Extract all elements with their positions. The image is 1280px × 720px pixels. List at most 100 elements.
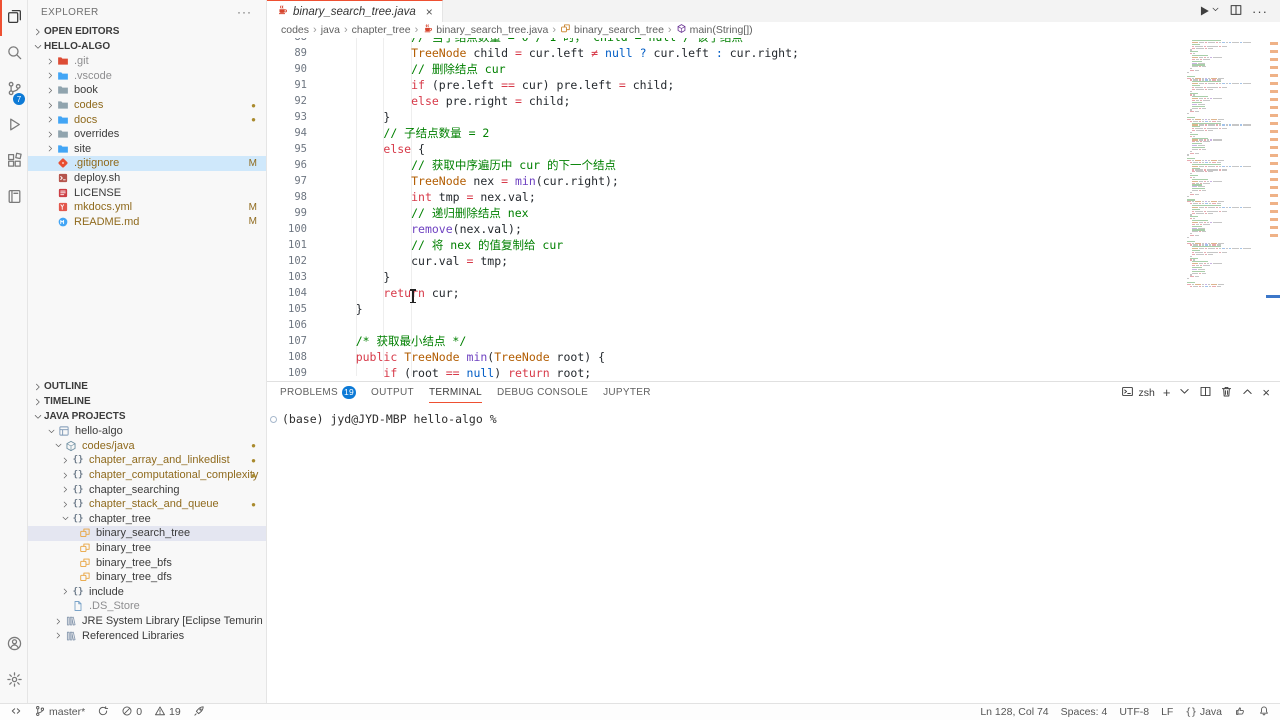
chevron-right-icon[interactable] xyxy=(52,631,64,640)
minimap[interactable] xyxy=(1184,40,1267,296)
explorer-item-LICENSE[interactable]: LICENSE xyxy=(28,185,266,200)
section-java-projects[interactable]: JAVA PROJECTS xyxy=(28,409,266,424)
activity-item-extensions[interactable] xyxy=(0,144,27,180)
status-notifications[interactable] xyxy=(1258,705,1270,720)
java-item-hello-algo[interactable]: hello-algo xyxy=(28,424,266,439)
status-launch[interactable] xyxy=(193,705,205,720)
panel-tab-jupyter[interactable]: JUPYTER xyxy=(603,382,651,403)
terminal-dropdown-button[interactable] xyxy=(1178,385,1191,401)
status-remote[interactable] xyxy=(10,705,22,720)
status-errors[interactable]: 0 xyxy=(121,705,142,720)
status-eol[interactable]: LF xyxy=(1161,706,1173,718)
activity-item-settings[interactable] xyxy=(0,663,27,699)
panel-tab-output[interactable]: OUTPUT xyxy=(371,382,414,403)
more-actions-icon[interactable]: ··· xyxy=(237,5,252,19)
panel-tab-terminal[interactable]: TERMINAL xyxy=(429,382,482,403)
split-editor-button[interactable] xyxy=(1229,3,1243,20)
chevron-right-icon[interactable] xyxy=(44,57,56,66)
section-open-editors[interactable]: OPEN EDITORS xyxy=(28,24,266,39)
chevron-right-icon[interactable] xyxy=(59,500,71,509)
close-panel-button[interactable]: × xyxy=(1262,385,1270,400)
section-hello-algo[interactable]: HELLO-ALGO xyxy=(28,39,266,54)
explorer-item-overrides[interactable]: overrides xyxy=(28,127,266,142)
explorer-item-site[interactable]: site xyxy=(28,142,266,157)
close-icon[interactable]: × xyxy=(426,5,433,19)
java-item-JRE System Library [Eclipse Temurin 17 [17...[interactable]: JRE System Library [Eclipse Temurin 17 [… xyxy=(28,614,266,629)
java-item-Referenced Libraries[interactable]: Referenced Libraries xyxy=(28,628,266,643)
split-terminal-button[interactable] xyxy=(1199,385,1212,401)
java-item-.DS_Store[interactable]: .DS_Store xyxy=(28,599,266,614)
maximize-panel-button[interactable] xyxy=(1241,385,1254,401)
status-indentation[interactable]: Spaces: 4 xyxy=(1061,706,1108,718)
explorer-item-codes[interactable]: codes● xyxy=(28,98,266,113)
run-button[interactable] xyxy=(1197,4,1220,18)
explorer-item-book[interactable]: book xyxy=(28,83,266,98)
breadcrumb-item-3[interactable]: chapter_tree xyxy=(352,24,411,36)
chevron-right-icon[interactable] xyxy=(44,130,56,139)
chevron-down-icon[interactable] xyxy=(52,441,64,450)
chevron-down-icon[interactable] xyxy=(45,427,57,436)
chevron-right-icon[interactable] xyxy=(59,587,71,596)
activity-item-source-control[interactable]: 7 xyxy=(0,72,27,108)
status-sync[interactable] xyxy=(97,705,109,720)
code-editor[interactable]: 88 // 当子结点数量 = 0 / 1 时， child = null / 该… xyxy=(267,38,1280,381)
chevron-right-icon[interactable] xyxy=(44,144,56,153)
chevron-down-icon[interactable] xyxy=(1211,5,1220,17)
panel-tab-problems[interactable]: PROBLEMS19 xyxy=(280,382,356,403)
panel-tab-debug-console[interactable]: DEBUG CONSOLE xyxy=(497,382,588,403)
java-item-chapter_computational_complexity[interactable]: {}chapter_computational_complexity● xyxy=(28,468,266,483)
status-encoding[interactable]: UTF-8 xyxy=(1119,706,1149,718)
terminal-shell-select[interactable]: zsh xyxy=(1121,385,1154,401)
chevron-right-icon[interactable] xyxy=(44,115,56,124)
chevron-right-icon[interactable] xyxy=(59,485,71,494)
overview-ruler[interactable] xyxy=(1268,38,1280,381)
chevron-right-icon[interactable] xyxy=(44,101,56,110)
breadcrumb-item-2[interactable]: java xyxy=(321,24,340,36)
chevron-right-icon[interactable] xyxy=(44,71,56,80)
java-item-include[interactable]: {}include xyxy=(28,585,266,600)
activity-item-run-debug[interactable] xyxy=(0,108,27,144)
java-item-chapter_array_and_linkedlist[interactable]: {}chapter_array_and_linkedlist● xyxy=(28,453,266,468)
status-warnings[interactable]: 19 xyxy=(154,705,181,720)
java-item-binary_search_tree[interactable]: binary_search_tree xyxy=(28,526,266,541)
command-decoration-icon[interactable] xyxy=(270,416,277,423)
activity-item-explorer[interactable] xyxy=(0,0,27,36)
java-item-chapter_searching[interactable]: {}chapter_searching xyxy=(28,482,266,497)
java-item-binary_tree[interactable]: binary_tree xyxy=(28,541,266,556)
chevron-down-icon[interactable] xyxy=(59,514,71,523)
explorer-item-.gitignore[interactable]: .gitignoreM xyxy=(28,156,266,171)
java-item-codes/java[interactable]: codes/java● xyxy=(28,439,266,454)
breadcrumb-item-1[interactable]: codes xyxy=(281,24,309,36)
explorer-item-.git[interactable]: .git xyxy=(28,54,266,69)
breadcrumb-item-4[interactable]: binary_search_tree.java xyxy=(422,23,548,37)
status-branch[interactable]: master* xyxy=(34,705,85,720)
terminal-view[interactable]: (base) jyd@JYD-MBP hello-algo % xyxy=(267,403,1280,703)
section-outline[interactable]: OUTLINE xyxy=(28,379,266,394)
chevron-right-icon[interactable] xyxy=(59,456,71,465)
breadcrumb-item-6[interactable]: main(String[]) xyxy=(676,23,753,37)
activity-item-notebook[interactable] xyxy=(0,180,27,216)
chevron-right-icon[interactable] xyxy=(52,617,64,626)
java-item-chapter_stack_and_queue[interactable]: {}chapter_stack_and_queue● xyxy=(28,497,266,512)
explorer-item-README.md[interactable]: README.mdM xyxy=(28,215,266,230)
explorer-item-mkdocs.yml[interactable]: mkdocs.ymlM xyxy=(28,200,266,215)
status-cursor-position[interactable]: Ln 128, Col 74 xyxy=(980,706,1048,718)
section-timeline[interactable]: TIMELINE xyxy=(28,394,266,409)
chevron-right-icon[interactable] xyxy=(44,86,56,95)
explorer-item-docs[interactable]: docs● xyxy=(28,112,266,127)
status-language-mode[interactable]: {}Java xyxy=(1185,706,1222,718)
kill-terminal-button[interactable] xyxy=(1220,385,1233,401)
explorer-item-.vscode[interactable]: .vscode xyxy=(28,69,266,84)
new-terminal-button[interactable]: + xyxy=(1163,385,1171,400)
java-item-binary_tree_dfs[interactable]: binary_tree_dfs xyxy=(28,570,266,585)
chevron-right-icon[interactable] xyxy=(59,471,71,480)
status-java-status[interactable] xyxy=(1234,705,1246,720)
more-actions-button[interactable]: ··· xyxy=(1252,4,1268,19)
activity-item-account[interactable] xyxy=(0,627,27,663)
activity-item-search[interactable] xyxy=(0,36,27,72)
java-item-binary_tree_bfs[interactable]: binary_tree_bfs xyxy=(28,555,266,570)
explorer-item-deploy.sh[interactable]: deploy.sh xyxy=(28,171,266,186)
tab-binary-search-tree[interactable]: binary_search_tree.java × xyxy=(267,0,443,22)
breadcrumb-item-5[interactable]: binary_search_tree xyxy=(560,23,664,37)
java-item-chapter_tree[interactable]: {}chapter_tree xyxy=(28,512,266,527)
